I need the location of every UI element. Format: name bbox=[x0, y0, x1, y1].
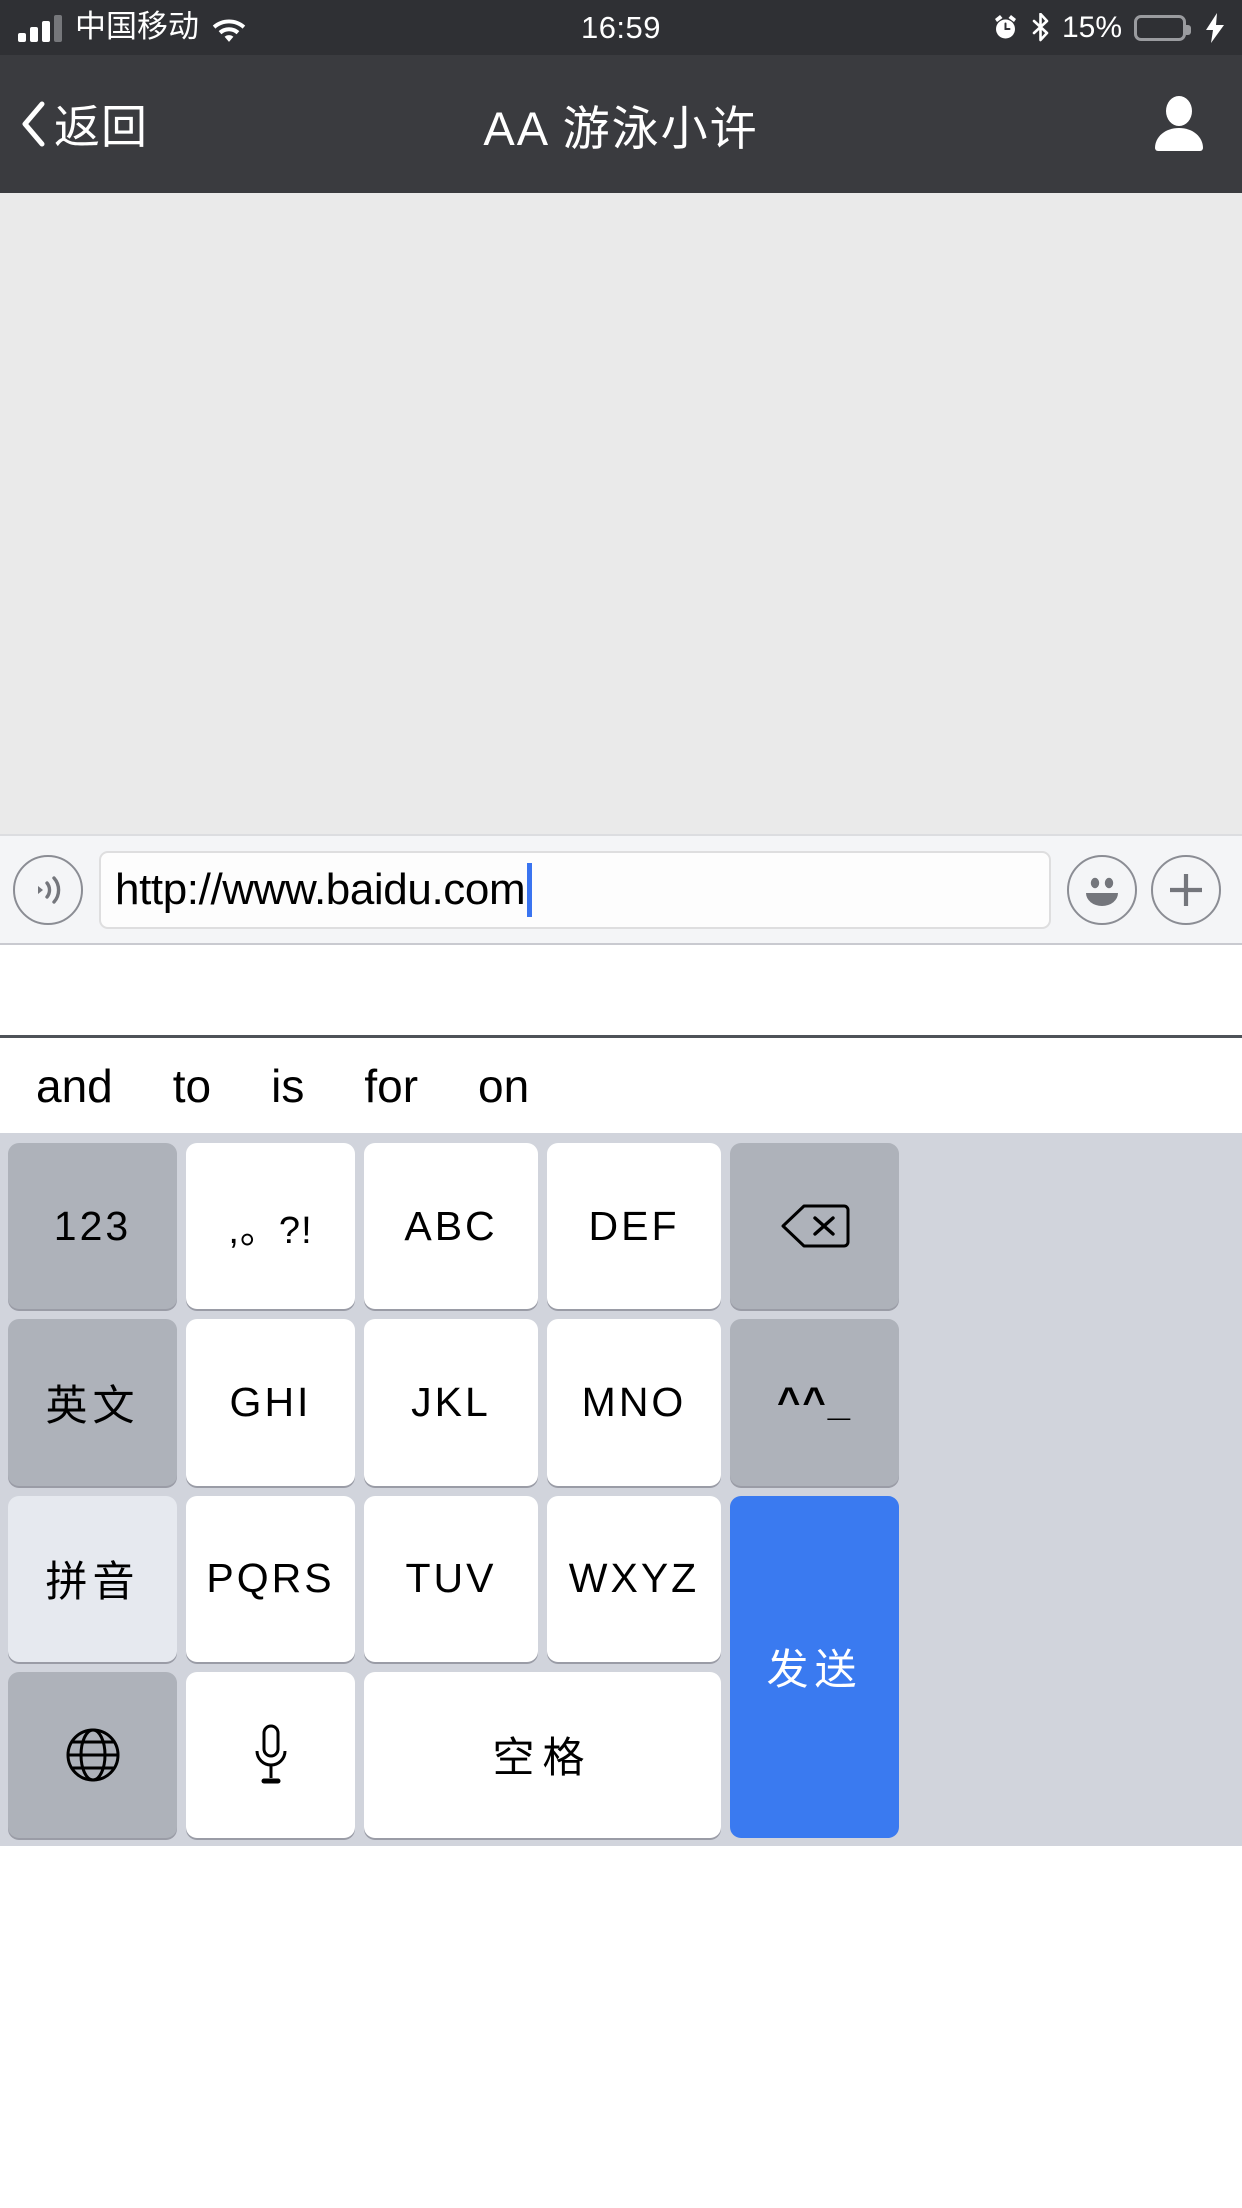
status-time: 16:59 bbox=[580, 9, 662, 45]
plus-icon bbox=[1164, 868, 1208, 912]
key-wxyz-label: WXYZ bbox=[568, 1555, 700, 1602]
battery-icon bbox=[1134, 14, 1191, 41]
key-pinyin-label: 拼音 bbox=[45, 1558, 140, 1606]
backspace-icon bbox=[781, 1204, 849, 1248]
key-mno[interactable]: MNO bbox=[547, 1319, 721, 1486]
emoji-button[interactable] bbox=[1067, 854, 1137, 925]
suggestion-item[interactable]: and bbox=[24, 1059, 125, 1113]
status-bar: 中国移动 16:59 15% bbox=[0, 0, 1242, 55]
keyboard-gap-band bbox=[0, 945, 1242, 1038]
key-send-label: 发送 bbox=[766, 1646, 863, 1694]
input-bar-actions bbox=[1067, 854, 1221, 925]
suggestion-item[interactable]: on bbox=[466, 1059, 541, 1113]
smiley-icon bbox=[1078, 866, 1126, 914]
key-def[interactable]: DEF bbox=[547, 1143, 721, 1310]
add-attachment-button[interactable] bbox=[1151, 854, 1221, 925]
key-pqrs[interactable]: PQRS bbox=[186, 1495, 355, 1662]
key-mno-label: MNO bbox=[581, 1378, 687, 1425]
voice-wave-icon bbox=[30, 872, 66, 908]
key-english-label: 英文 bbox=[45, 1381, 140, 1429]
microphone-icon bbox=[255, 1724, 286, 1784]
contact-profile-button[interactable] bbox=[1152, 95, 1242, 153]
key-globe[interactable] bbox=[8, 1671, 177, 1838]
key-pqrs-label: PQRS bbox=[206, 1555, 335, 1602]
message-input-bar: http://www.baidu.com bbox=[0, 834, 1242, 945]
key-emoticon-label: ^^_ bbox=[777, 1379, 852, 1424]
chat-message-area[interactable] bbox=[0, 193, 1242, 834]
word-suggestion-bar: and to is for on bbox=[0, 1038, 1242, 1133]
suggestion-item[interactable]: for bbox=[352, 1059, 430, 1113]
key-ghi[interactable]: GHI bbox=[186, 1319, 355, 1486]
suggestion-item[interactable]: is bbox=[259, 1059, 316, 1113]
key-send[interactable]: 发送 bbox=[730, 1495, 899, 1838]
key-space[interactable]: 空格 bbox=[364, 1671, 721, 1838]
back-button-label: 返回 bbox=[54, 101, 148, 153]
message-input-value: http://www.baidu.com bbox=[115, 864, 526, 914]
key-microphone[interactable] bbox=[186, 1671, 355, 1838]
chevron-left-icon bbox=[20, 101, 46, 147]
text-caret bbox=[527, 862, 533, 917]
key-space-label: 空格 bbox=[492, 1734, 593, 1782]
key-punctuation-label: ,。?! bbox=[228, 1209, 313, 1252]
key-def-label: DEF bbox=[588, 1202, 680, 1249]
key-jkl-label: JKL bbox=[411, 1378, 491, 1425]
key-abc[interactable]: ABC bbox=[364, 1143, 538, 1310]
key-123-label: 123 bbox=[53, 1202, 132, 1249]
key-pinyin[interactable]: 拼音 bbox=[8, 1495, 177, 1662]
key-emoticon[interactable]: ^^_ bbox=[730, 1319, 899, 1486]
key-backspace[interactable] bbox=[730, 1143, 899, 1310]
globe-icon bbox=[66, 1728, 119, 1782]
back-button[interactable]: 返回 bbox=[0, 91, 148, 157]
nav-bar: 返回 AA 游泳小许 bbox=[0, 55, 1242, 193]
virtual-keyboard: 123 ,。?! ABC DEF 英文 GHI JKL MNO ^^_ 拼音 PQRS TUV WXYZ… bbox=[0, 1133, 1242, 1846]
message-text-input[interactable]: http://www.baidu.com bbox=[99, 850, 1051, 929]
page-title: AA 游泳小许 bbox=[483, 101, 759, 155]
key-english[interactable]: 英文 bbox=[8, 1319, 177, 1486]
key-tuv[interactable]: TUV bbox=[364, 1495, 538, 1662]
key-ghi-label: GHI bbox=[229, 1378, 312, 1425]
suggestion-item[interactable]: to bbox=[161, 1059, 223, 1113]
key-123[interactable]: 123 bbox=[8, 1143, 177, 1310]
key-tuv-label: TUV bbox=[405, 1555, 497, 1602]
key-wxyz[interactable]: WXYZ bbox=[547, 1495, 721, 1662]
voice-input-button[interactable] bbox=[13, 854, 83, 925]
key-abc-label: ABC bbox=[404, 1202, 498, 1249]
key-punctuation[interactable]: ,。?! bbox=[186, 1143, 355, 1310]
person-icon bbox=[1152, 95, 1206, 153]
key-jkl[interactable]: JKL bbox=[364, 1319, 538, 1486]
